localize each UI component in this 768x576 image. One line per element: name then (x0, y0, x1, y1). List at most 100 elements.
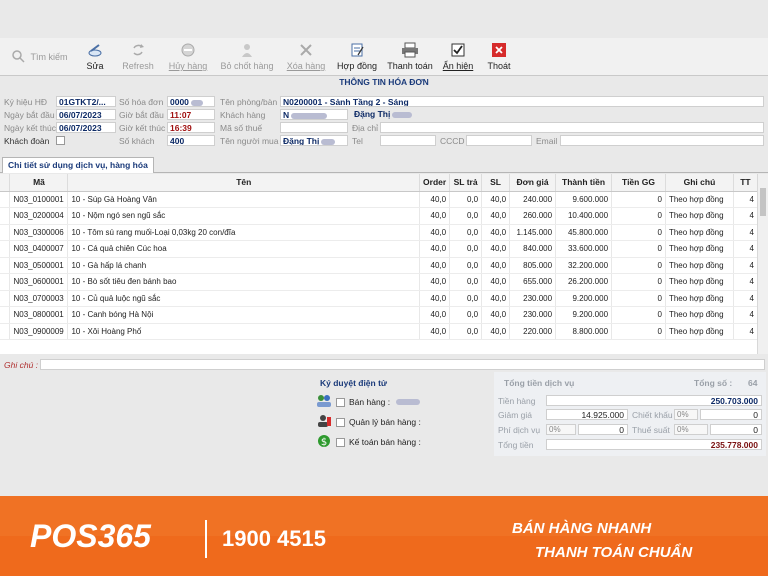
table-row[interactable]: N03_0700003 10 - Củ quả luộc ngũ sắc 40,0 0… (0, 290, 768, 307)
tab-service-details[interactable]: Chi tiết sử dụng dịch vụ, hàng hóa (2, 157, 154, 173)
refresh-button[interactable]: Refresh (114, 38, 162, 75)
totals-panel: Tổng tiền dịch vụ Tổng số : 64 Tiền hàng… (494, 372, 766, 456)
rebate-value[interactable]: 0 (700, 409, 762, 420)
table-row[interactable]: N03_0600001 10 - Bò sốt tiêu đen bánh bao… (0, 273, 768, 291)
start-time-field[interactable]: 11:07 (167, 109, 215, 120)
cell-discount: 0 (611, 273, 666, 291)
tax-field[interactable] (280, 122, 348, 133)
row-indicator[interactable] (0, 240, 11, 258)
blurred-text (392, 111, 413, 118)
cell-status: 4 (733, 290, 758, 307)
row-indicator[interactable] (0, 257, 11, 274)
row-indicator[interactable] (0, 207, 11, 225)
col-header-qty[interactable]: SL (481, 174, 511, 192)
room-field[interactable]: N0200001 - Sảnh Tầng 2 - Sáng (280, 96, 764, 107)
cell-amount: 33.600.000 (555, 240, 613, 258)
sales-checkbox[interactable] (336, 397, 345, 407)
banner-divider (205, 520, 207, 558)
end-date-field[interactable]: 06/07/2023 (56, 122, 116, 133)
rebate-select[interactable]: 0% (674, 409, 698, 420)
col-header-code[interactable]: Mã (9, 174, 69, 192)
contract-button[interactable]: Hợp đồng (332, 38, 382, 75)
col-header-name[interactable]: Tên (67, 174, 421, 192)
cell-amount: 9.200.000 (555, 290, 613, 307)
end-time-field[interactable]: 16:39 (167, 122, 215, 133)
cell-returned: 0,0 (449, 191, 483, 208)
id-field[interactable] (466, 135, 532, 146)
cell-amount: 26.200.000 (555, 273, 613, 291)
cancel-item-button[interactable]: Hủy hàng (162, 38, 214, 75)
table-row[interactable]: N03_0300006 10 - Tôm sú rang muối-Loại 0,… (0, 224, 768, 241)
cell-price: 260.000 (509, 207, 557, 225)
cell-note: Theo hợp đồng (665, 323, 734, 340)
customer-name-value: Đặng Thị (354, 109, 391, 119)
note-input[interactable] (40, 359, 765, 370)
tax-select[interactable]: 0% (674, 424, 708, 435)
checkbox-icon (449, 41, 467, 59)
col-header-price[interactable]: Đơn giá (509, 174, 557, 192)
table-row[interactable]: N03_0500001 10 - Gà hấp lá chanh 40,0 0,0 40… (0, 257, 768, 274)
customer-name-field[interactable]: Đặng Thị (352, 109, 764, 120)
unlock-item-button[interactable]: Bỏ chốt hàng (214, 38, 280, 75)
service-label: Phí dịch vụ (498, 425, 541, 435)
cell-order: 40,0 (419, 273, 451, 291)
cell-note: Theo hợp đồng (665, 273, 734, 291)
cell-order: 40,0 (419, 290, 451, 307)
table-header: Mã Tên Order SL trả SL Đơn giá Thành tiề… (0, 174, 768, 192)
cell-discount: 0 (611, 306, 666, 324)
grid-scrollbar[interactable] (757, 174, 768, 354)
delete-item-button[interactable]: Xóa hàng (280, 38, 332, 75)
col-header-order[interactable]: Order (419, 174, 451, 192)
col-header-note[interactable]: Ghi chú (665, 174, 734, 192)
manager-checkbox[interactable] (336, 417, 345, 427)
customer-code-field[interactable]: N (280, 109, 348, 120)
address-field[interactable] (380, 122, 764, 133)
group-checkbox[interactable] (56, 136, 65, 145)
tax-label: Mã số thuế (220, 123, 263, 133)
number-field[interactable]: 0000 (167, 96, 215, 107)
discount-label: Giảm giá (498, 410, 533, 420)
col-header-discount[interactable]: Tiền GG (611, 174, 666, 192)
service-value[interactable]: 0 (578, 424, 628, 435)
exit-button[interactable]: Thoát (478, 38, 520, 75)
cell-status: 4 (733, 257, 758, 274)
table-row[interactable]: N03_0100001 10 - Súp Gà Hoàng Vân 40,0 0,0 4… (0, 191, 768, 208)
symbol-field[interactable]: 01GTKT2/... (56, 96, 116, 107)
col-header-amount[interactable]: Thành tiền (555, 174, 613, 192)
pay-button[interactable]: Thanh toán (382, 38, 438, 75)
accountant-checkbox[interactable] (336, 437, 345, 447)
cell-amount: 9.600.000 (555, 191, 613, 208)
guests-field[interactable]: 400 (167, 135, 215, 146)
discount-value[interactable]: 14.925.000 (546, 409, 628, 420)
toolbar: Tìm kiếm Sửa Refresh Hủy hàng Bỏ chốt hà… (0, 38, 768, 76)
buyer-field[interactable]: Đặng Thị (280, 135, 348, 146)
row-indicator[interactable] (0, 306, 11, 324)
col-header-returned[interactable]: SL trả (449, 174, 483, 192)
row-indicator[interactable] (0, 323, 11, 340)
cell-amount: 9.200.000 (555, 306, 613, 324)
cell-order: 40,0 (419, 207, 451, 225)
tax-value[interactable]: 0 (710, 424, 762, 435)
edit-button[interactable]: Sửa (76, 38, 114, 75)
show-hide-button[interactable]: Ẩn hiện (438, 38, 478, 75)
start-date-label: Ngày bắt đầu (4, 110, 55, 120)
edit-icon (86, 41, 104, 59)
table-row[interactable]: N03_0400007 10 - Cá quả chiên Cúc hoa 40,0… (0, 240, 768, 258)
row-indicator[interactable] (0, 290, 11, 307)
phone-field[interactable] (380, 135, 436, 146)
row-indicator[interactable] (0, 224, 11, 241)
table-row[interactable]: N03_0800001 10 - Canh bóng Hà Nội 40,0 0,0 4… (0, 306, 768, 324)
sales-label: Bán hàng : (349, 397, 391, 407)
table-row[interactable]: N03_0200004 10 - Nộm ngó sen ngũ sắc 40,0 0… (0, 207, 768, 225)
start-date-field[interactable]: 06/07/2023 (56, 109, 116, 120)
row-indicator[interactable] (0, 191, 11, 208)
row-indicator[interactable] (0, 273, 11, 291)
scrollbar-thumb[interactable] (760, 188, 766, 216)
table-row[interactable]: N03_0900009 10 - Xôi Hoàng Phố 40,0 0,0 40,0… (0, 323, 768, 340)
col-header-status[interactable]: TT (733, 174, 758, 192)
end-date-label: Ngày kết thúc (4, 123, 56, 133)
search-button[interactable]: Tìm kiếm (0, 38, 76, 75)
email-field[interactable] (560, 135, 764, 146)
cell-status: 4 (733, 207, 758, 225)
service-select[interactable]: 0% (546, 424, 576, 435)
